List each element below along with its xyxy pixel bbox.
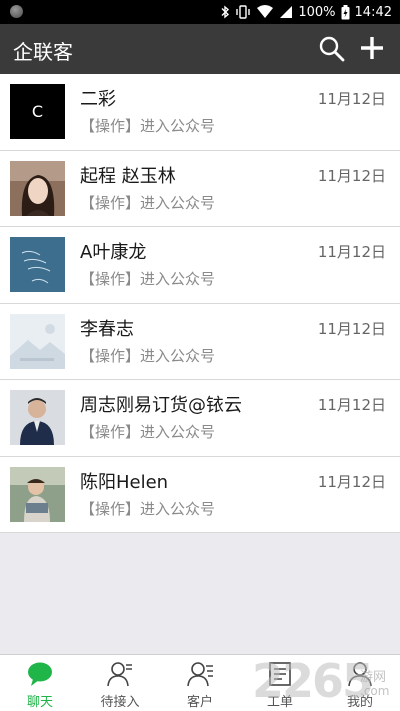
person-waiting-icon xyxy=(107,662,132,687)
chat-preview: 【操作】进入公众号 xyxy=(80,499,216,518)
battery-icon xyxy=(341,4,350,19)
search-icon[interactable] xyxy=(318,35,346,63)
nav-chat[interactable]: 聊天 xyxy=(0,655,80,711)
chat-name: A叶康龙 xyxy=(80,242,147,263)
chat-time: 11月12日 xyxy=(317,90,386,108)
bluetooth-icon xyxy=(221,5,230,19)
avatar xyxy=(10,237,65,292)
avatar xyxy=(10,390,65,445)
profile-icon xyxy=(348,662,372,687)
chat-name: 李春志 xyxy=(80,318,134,340)
chat-name: 周志刚易订货@铱云 xyxy=(80,395,242,416)
chat-name: 陈阳Helen xyxy=(80,471,169,493)
nav-label: 聊天 xyxy=(26,695,53,710)
nav-customers[interactable]: 客户 xyxy=(160,655,240,711)
app-title: 企联客 xyxy=(13,40,73,64)
nav-label: 客户 xyxy=(186,695,213,710)
clock: 14:42 xyxy=(354,4,392,20)
nav-label: 待接入 xyxy=(100,695,140,710)
chat-preview: 【操作】进入公众号 xyxy=(80,193,216,212)
chat-list-item[interactable]: 起程 赵玉林 11月12日 【操作】进入公众号 xyxy=(0,150,400,227)
notification-icon xyxy=(10,5,23,18)
chat-bubble-icon xyxy=(28,662,52,686)
nav-label: 我的 xyxy=(346,695,373,710)
avatar: C xyxy=(10,84,65,139)
battery-level: 100% xyxy=(298,4,336,20)
avatar xyxy=(10,160,65,216)
chat-preview: 【操作】进入公众号 xyxy=(80,423,216,441)
chat-list-item[interactable]: 周志刚易订货@铱云 11月12日 【操作】进入公众号 xyxy=(0,380,400,457)
chat-preview: 【操作】进入公众号 xyxy=(80,117,216,135)
chat-list-item[interactable]: 陈阳Helen 11月12日 【操作】进入公众号 xyxy=(0,456,400,533)
chat-preview: 【操作】进入公众号 xyxy=(80,270,216,288)
chat-time: 11月12日 xyxy=(317,472,386,491)
chat-time: 11月12日 xyxy=(317,396,386,414)
chat-list-item[interactable]: C 二彩 11月12日 【操作】进入公众号 xyxy=(0,74,400,151)
nav-profile[interactable]: 我的 xyxy=(320,655,400,711)
avatar xyxy=(10,466,65,522)
bottom-nav: 聊天 待接入 客户 工单 我的 xyxy=(0,654,400,711)
nav-tickets[interactable]: 工单 xyxy=(240,655,320,711)
signal-icon xyxy=(280,6,293,18)
contacts-icon xyxy=(187,662,213,687)
chat-preview: 【操作】进入公众号 xyxy=(80,346,216,365)
status-bar: 100% 14:42 xyxy=(0,0,400,24)
avatar xyxy=(10,313,65,369)
wifi-icon xyxy=(257,5,274,18)
chat-list: C 二彩 11月12日 【操作】进入公众号 起程 赵玉林 11月12日 【操作】… xyxy=(0,74,400,533)
app-bar: 企联客 xyxy=(0,24,400,74)
chat-name: 起程 赵玉林 xyxy=(80,165,176,187)
chat-list-item[interactable]: 李春志 11月12日 【操作】进入公众号 xyxy=(0,303,400,380)
nav-label: 工单 xyxy=(266,695,293,710)
avatar-letter: C xyxy=(32,102,43,121)
ticket-icon xyxy=(269,662,291,686)
chat-time: 11月12日 xyxy=(317,319,386,338)
add-icon[interactable] xyxy=(358,34,386,62)
chat-list-item[interactable]: A叶康龙 11月12日 【操作】进入公众号 xyxy=(0,227,400,304)
chat-time: 11月12日 xyxy=(317,166,386,185)
chat-time: 11月12日 xyxy=(317,243,386,261)
vibrate-icon xyxy=(236,5,251,19)
nav-waiting[interactable]: 待接入 xyxy=(80,655,160,711)
chat-name: 二彩 xyxy=(80,89,116,110)
